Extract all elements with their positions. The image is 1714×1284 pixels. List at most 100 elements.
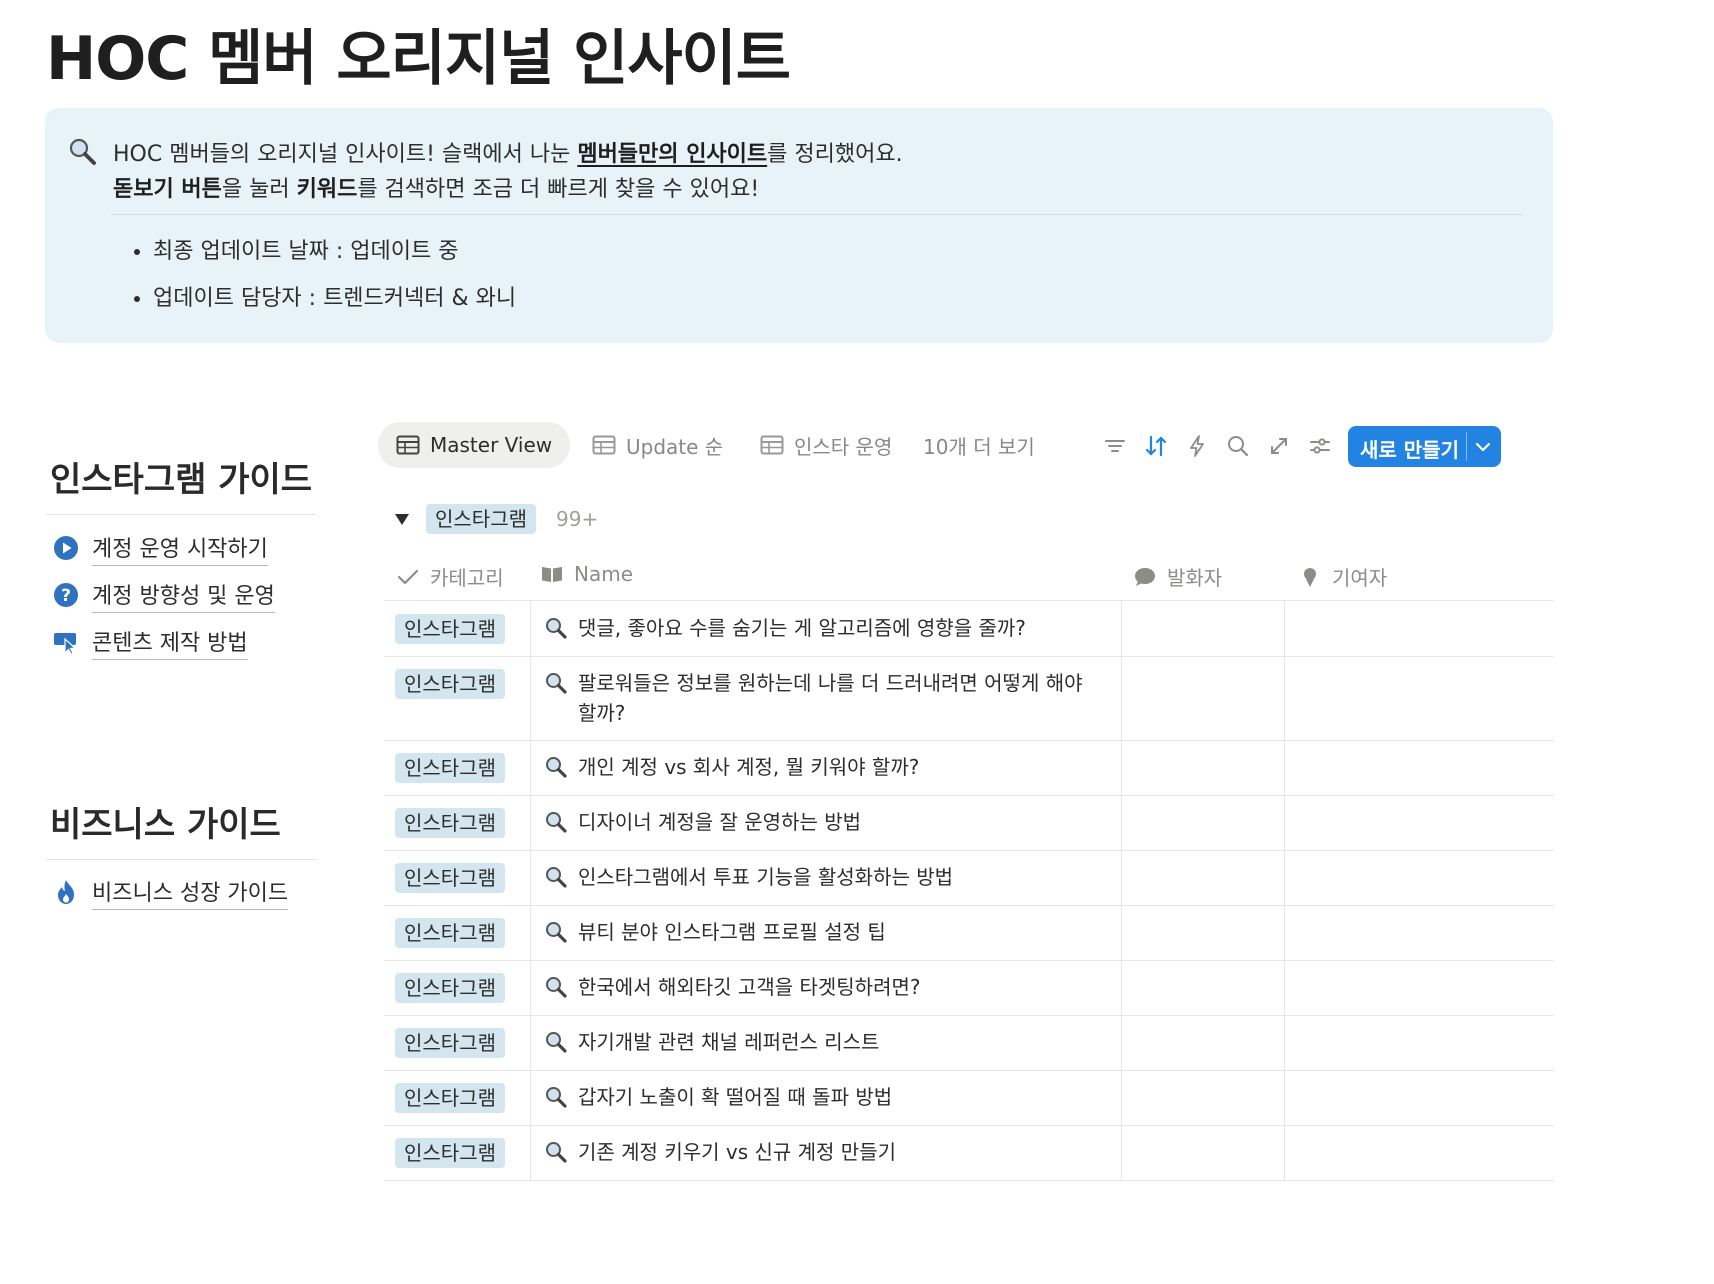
cell-divider [1121, 601, 1122, 656]
lightning-icon[interactable] [1184, 433, 1210, 459]
table-row[interactable]: 인스타그램 개인 계정 vs 회사 계정, 뭘 키워야 할까? [384, 740, 1554, 796]
cell-divider [1284, 1015, 1285, 1070]
cell-divider [530, 1070, 531, 1125]
link-business-growth[interactable]: 비즈니스 성장 가이드 [52, 876, 289, 910]
cell-divider [530, 905, 531, 960]
link-label: 계정 방향성 및 운영 [92, 578, 275, 613]
row-name[interactable]: 디자이너 계정을 잘 운영하는 방법 [544, 807, 1094, 837]
settings-sliders-icon[interactable] [1307, 433, 1333, 459]
link-content-production[interactable]: 콘텐츠 제작 방법 [52, 626, 248, 660]
cell-divider [1284, 1070, 1285, 1125]
row-name[interactable]: 팔로워들은 정보를 원하는데 나를 더 드러내려면 어떻게 해야할까? [544, 668, 1094, 728]
tab-instagram-operation[interactable]: 인스타 운영 [742, 422, 910, 468]
more-views-button[interactable]: 10개 더 보기 [905, 422, 1053, 468]
table-row[interactable]: 인스타그램 디자이너 계정을 잘 운영하는 방법 [384, 795, 1554, 851]
row-name-text: 개인 계정 vs 회사 계정, 뭘 키워야 할까? [578, 755, 920, 779]
row-name[interactable]: 기존 계정 키우기 vs 신규 계정 만들기 [544, 1137, 1094, 1167]
table-icon [592, 435, 616, 455]
callout-text: 를 검색하면 조금 더 빠르게 찾을 수 있어요! [357, 177, 760, 202]
cell-divider [530, 1125, 531, 1180]
column-name[interactable]: Name [540, 562, 633, 586]
magnifier-icon [546, 812, 567, 833]
cell-divider [530, 656, 531, 740]
category-tag: 인스타그램 [395, 669, 505, 699]
table-row[interactable]: 인스타그램 댓글, 좋아요 수를 숨기는 게 알고리즘에 영향을 줄까? [384, 601, 1554, 657]
question-circle-icon: ? [54, 583, 78, 607]
row-name-text: 댓글, 좋아요 수를 숨기는 게 알고리즘에 영향을 줄까? [578, 616, 1026, 640]
search-icon[interactable] [1225, 433, 1251, 459]
row-name[interactable]: 한국에서 해외타깃 고객을 타겟팅하려면? [544, 972, 1094, 1002]
cell-divider [1284, 740, 1285, 795]
cell-divider [1121, 656, 1122, 740]
category-tag: 인스타그램 [395, 1138, 505, 1168]
table-icon [396, 435, 420, 455]
person-icon [1304, 567, 1316, 587]
table-row[interactable]: 인스타그램 갑자기 노출이 확 떨어질 때 돌파 방법 [384, 1070, 1554, 1126]
magnifier-icon [546, 1142, 567, 1163]
row-name[interactable]: 갑자기 노출이 확 떨어질 때 돌파 방법 [544, 1082, 1094, 1112]
tab-label: 인스타 운영 [794, 434, 893, 459]
cell-divider [1121, 1070, 1122, 1125]
expand-icon[interactable] [1266, 433, 1292, 459]
speech-bubble-icon [1135, 567, 1155, 586]
business-guide-heading: 비즈니스 가이드 [50, 805, 281, 845]
tab-master-view[interactable]: Master View [378, 422, 571, 468]
row-name-text: 한국에서 해외타깃 고객을 타겟팅하려면? [578, 975, 921, 999]
table-row[interactable]: 인스타그램 팔로워들은 정보를 원하는데 나를 더 드러내려면 어떻게 해야할까… [384, 656, 1554, 741]
category-tag: 인스타그램 [395, 1028, 505, 1058]
column-label: 발화자 [1167, 566, 1223, 590]
row-name-text: 디자이너 계정을 잘 운영하는 방법 [578, 810, 862, 834]
row-name[interactable]: 자기개발 관련 채널 레퍼런스 리스트 [544, 1027, 1094, 1057]
link-account-start[interactable]: 계정 운영 시작하기 [52, 532, 268, 566]
row-name[interactable]: 뷰티 분야 인스타그램 프로필 설정 팁 [544, 917, 1094, 947]
triangle-down-icon[interactable] [394, 511, 410, 527]
table-row[interactable]: 인스타그램 자기개발 관련 채널 레퍼런스 리스트 [384, 1015, 1554, 1071]
row-name[interactable]: 개인 계정 vs 회사 계정, 뭘 키워야 할까? [544, 752, 1094, 782]
column-category[interactable]: 카테고리 [396, 562, 504, 591]
svg-text:?: ? [61, 586, 71, 606]
cell-divider [530, 795, 531, 850]
table-row[interactable]: 인스타그램 기존 계정 키우기 vs 신규 계정 만들기 [384, 1125, 1554, 1181]
callout-text: HOC 멤버들의 오리지널 인사이트! 슬랙에서 나눈 [113, 142, 578, 167]
table-row[interactable]: 인스타그램 뷰티 분야 인스타그램 프로필 설정 팁 [384, 905, 1554, 961]
play-circle-icon [54, 536, 78, 560]
row-name-text: 기존 계정 키우기 vs 신규 계정 만들기 [578, 1140, 897, 1164]
button-divider [1466, 432, 1467, 461]
group-tag: 인스타그램 [426, 504, 536, 534]
category-tag: 인스타그램 [395, 1083, 505, 1113]
table-row[interactable]: 인스타그램 한국에서 해외타깃 고객을 타겟팅하려면? [384, 960, 1554, 1016]
magnifier-icon [546, 867, 567, 888]
callout-line-2: 돋보기 버튼을 눌러 키워드를 검색하면 조금 더 빠르게 찾을 수 있어요! [113, 171, 759, 203]
filter-icon[interactable] [1102, 433, 1128, 459]
callout-bold-link: 멤버들만의 인사이트 [577, 142, 768, 167]
row-name[interactable]: 인스타그램에서 투표 기능을 활성화하는 방법 [544, 862, 1094, 892]
bullet-item: 업데이트 담당자 : 트렌드커넥터 & 와니 [153, 275, 516, 322]
instagram-guide-heading: 인스타그램 가이드 [50, 460, 313, 500]
table-row[interactable]: 인스타그램 인스타그램에서 투표 기능을 활성화하는 방법 [384, 850, 1554, 906]
category-tag: 인스타그램 [395, 918, 505, 948]
group-header: 인스타그램 99+ [394, 503, 598, 535]
cell-divider [1284, 601, 1285, 656]
table-header: 카테고리 Name 발화자 기여자 [384, 556, 1554, 601]
cell-divider [1284, 905, 1285, 960]
column-speaker[interactable]: 발화자 [1133, 562, 1222, 591]
chevron-down-icon[interactable] [1474, 438, 1492, 456]
row-name[interactable]: 댓글, 좋아요 수를 숨기는 게 알고리즘에 영향을 줄까? [544, 613, 1094, 643]
column-label: 카테고리 [430, 566, 504, 590]
cell-divider [1284, 656, 1285, 740]
page-title: HOC 멤버 오리지널 인사이트 [46, 24, 791, 94]
column-contributor[interactable]: 기여자 [1298, 562, 1387, 591]
category-tag: 인스타그램 [395, 614, 505, 644]
magnifier-icon [546, 757, 567, 778]
sort-icon[interactable] [1143, 433, 1169, 459]
cell-divider [1121, 795, 1122, 850]
new-button[interactable]: 새로 만들기 [1348, 426, 1501, 467]
cell-divider [1284, 850, 1285, 905]
cell-divider [1121, 905, 1122, 960]
magnifier-icon [546, 1032, 567, 1053]
column-label: 기여자 [1332, 566, 1388, 590]
link-account-direction[interactable]: ? 계정 방향성 및 운영 [52, 578, 275, 613]
book-icon [542, 567, 562, 582]
tab-update-order[interactable]: Update 순 [574, 422, 741, 468]
callout-text: 를 정리했어요. [767, 142, 903, 167]
